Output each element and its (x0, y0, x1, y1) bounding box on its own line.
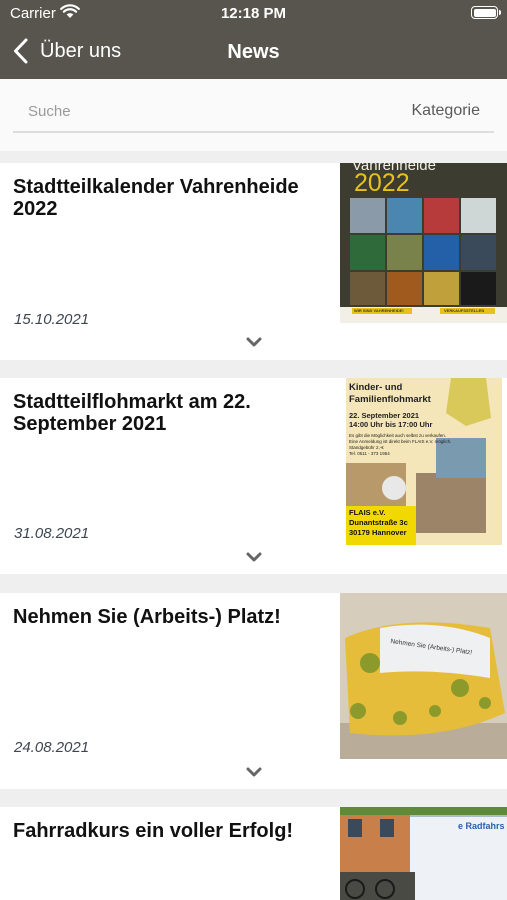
news-thumbnail: e Radfahrs (340, 807, 507, 900)
calendar-cover-footer-right: VERKAUFSSTELLEN (444, 308, 485, 313)
news-card[interactable]: Stadtteilkalender Vahrenheide 2022 15.10… (0, 163, 507, 360)
flyer-line-2: Familienflohmarkt (349, 394, 431, 405)
news-date: 15.10.2021 (14, 311, 90, 328)
search-underline (13, 131, 494, 133)
news-title: Fahrradkurs ein voller Erfolg! (13, 820, 294, 842)
flyer-city: 30179 Hannover (349, 528, 407, 537)
news-thumbnail: Nehmen Sie (Arbeits-) Platz! (340, 593, 507, 759)
search-bar: Kategorie (0, 79, 507, 151)
status-bar: Carrier 12:18 PM (0, 0, 507, 28)
chevron-down-icon[interactable] (245, 336, 263, 348)
news-thumbnail: Kinder- und Familienflohmarkt 22. Septem… (346, 378, 502, 545)
chevron-down-icon[interactable] (245, 766, 263, 778)
news-date: 24.08.2021 (14, 739, 90, 756)
chevron-down-icon[interactable] (245, 551, 263, 563)
flyer-line-1: Kinder- und (349, 382, 403, 393)
flyer-date: 22. September 2021 (349, 411, 420, 420)
flyer-org: FLAIS e.V. (349, 508, 386, 517)
news-card[interactable]: Nehmen Sie (Arbeits-) Platz! 24.08.2021 … (0, 593, 507, 789)
news-title: Stadtteilkalender Vahrenheide 2022 (13, 176, 299, 220)
news-title: Nehmen Sie (Arbeits-) Platz! (13, 606, 281, 628)
navigation-bar: Carrier 12:18 PM Über uns News (0, 0, 507, 79)
flyer-note-4: Tel. 0511 - 373 1954 (349, 451, 390, 456)
news-date: 31.08.2021 (14, 525, 90, 542)
category-filter-button[interactable]: Kategorie (412, 102, 481, 120)
news-title: Stadtteilflohmarkt am 22. September 2021 (13, 391, 251, 435)
status-time: 12:18 PM (220, 5, 287, 22)
page-title: News (227, 41, 280, 63)
armchair-photo (340, 593, 507, 759)
calendar-cover-year: 2022 (354, 169, 410, 197)
calendar-cover-footer-left: WIR SIND VAHRENHEIDE! (354, 308, 404, 313)
news-card[interactable]: Stadtteilflohmarkt am 22. September 2021… (0, 378, 507, 574)
flyer-time: 14:00 Uhr bis 17:00 Uhr (349, 420, 433, 429)
news-thumbnail: Vahrenheide 2022 WIR SIND VAHRENHEIDE! V… (340, 163, 507, 323)
news-card[interactable]: Fahrradkurs ein voller Erfolg! e Radfahr… (0, 807, 507, 900)
search-input[interactable] (14, 93, 374, 129)
battery-icon (471, 6, 501, 19)
flyer-street: Dunantstraße 3c (349, 518, 408, 527)
truck-lettering: e Radfahrs (458, 821, 505, 831)
